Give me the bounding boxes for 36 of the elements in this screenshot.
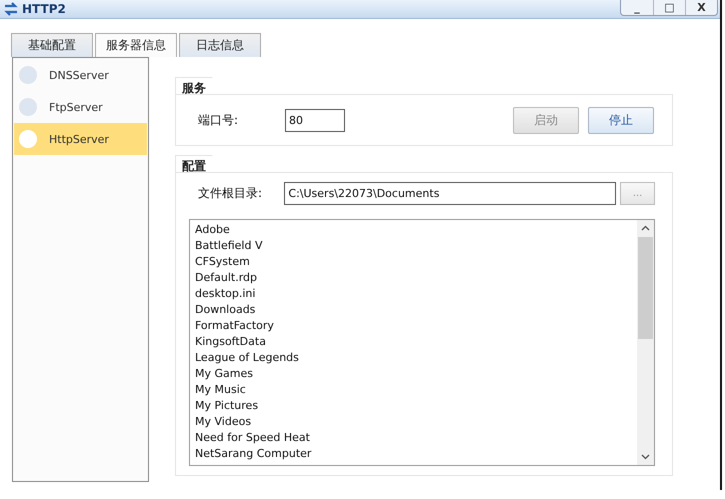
file-item[interactable]: Battlefield V xyxy=(195,238,632,254)
server-item[interactable]: HttpServer xyxy=(14,123,147,155)
circle-icon xyxy=(19,98,37,116)
tab[interactable]: 服务器信息 xyxy=(95,33,177,57)
file-item[interactable]: My Games xyxy=(195,366,632,382)
root-dir-field[interactable]: C:\Users\22073\Documents xyxy=(284,182,616,205)
scroll-thumb[interactable] xyxy=(638,237,653,339)
file-item[interactable]: Default.rdp xyxy=(195,270,632,286)
circle-icon xyxy=(19,66,37,84)
file-item[interactable]: Need for Speed Heat xyxy=(195,430,632,446)
minimize-button[interactable]: _ xyxy=(621,0,653,15)
circle-icon xyxy=(19,130,37,148)
port-label: 端口号: xyxy=(198,112,240,128)
file-item[interactable]: My Videos xyxy=(195,414,632,430)
file-item[interactable]: My Pictures xyxy=(195,398,632,414)
app-icon xyxy=(3,2,19,16)
scrollbar[interactable] xyxy=(637,220,654,465)
server-item[interactable]: FtpServer xyxy=(14,91,147,123)
stop-button[interactable]: 停止 xyxy=(588,106,654,134)
file-item[interactable]: Downloads xyxy=(195,302,632,318)
root-dir-label: 文件根目录: xyxy=(198,185,264,202)
file-item[interactable]: Adobe xyxy=(195,222,632,238)
port-field[interactable]: 80 xyxy=(285,108,345,132)
file-item[interactable]: League of Legends xyxy=(195,350,632,366)
window-title: HTTP2 xyxy=(22,2,66,16)
tab[interactable]: 日志信息 xyxy=(179,33,261,57)
file-item[interactable]: KingsoftData xyxy=(195,334,632,350)
file-item[interactable]: desktop.ini xyxy=(195,286,632,302)
file-item[interactable]: My Music xyxy=(195,382,632,398)
maximize-button[interactable]: □ xyxy=(653,0,685,15)
close-button[interactable]: X xyxy=(685,0,717,15)
file-item[interactable]: NetSarang Computer xyxy=(195,446,632,462)
file-item[interactable]: CFSystem xyxy=(195,254,632,270)
file-item[interactable]: FormatFactory xyxy=(195,318,632,334)
tab[interactable]: 基础配置 xyxy=(11,33,93,57)
server-item[interactable]: DNSServer xyxy=(14,59,147,91)
